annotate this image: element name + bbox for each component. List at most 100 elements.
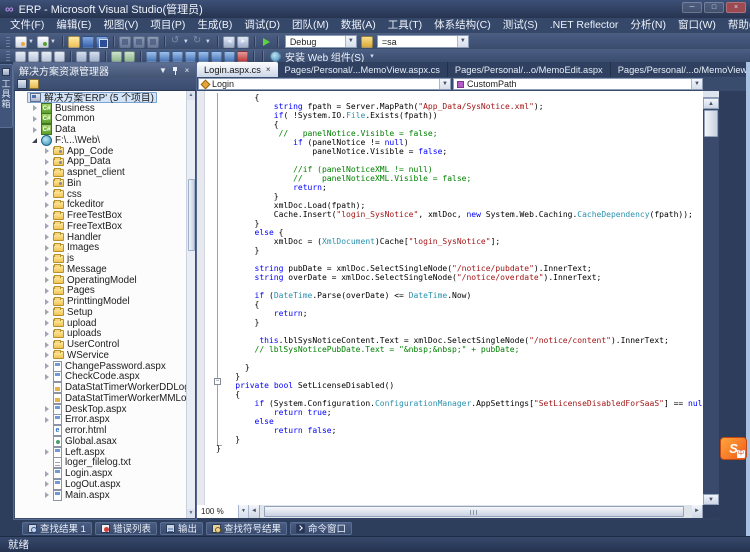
tree-item[interactable]: PrinttingModel	[15, 296, 186, 307]
menu-item[interactable]: 体系结构(C)	[428, 18, 497, 33]
close-icon[interactable]: ×	[181, 65, 193, 76]
navigate-forward-icon[interactable]	[236, 35, 249, 48]
find-combo[interactable]: =sa ▼	[376, 35, 469, 48]
tree-item[interactable]: DeskTop.aspx	[15, 403, 186, 415]
layout-2-icon[interactable]	[28, 50, 39, 62]
tree-item[interactable]: Left.aspx	[15, 446, 186, 458]
tree-item[interactable]: CheckCode.aspx	[15, 371, 186, 383]
tree-collapsed-icon[interactable]	[42, 470, 51, 477]
toolbar-grip[interactable]	[6, 51, 10, 61]
tree-collapsed-icon[interactable]	[42, 309, 51, 316]
tree-item[interactable]: UserControl	[15, 339, 186, 350]
code-editor[interactable]: − { string fpath = Server.MapPath("App_D…	[197, 91, 703, 505]
tree-expanded-icon[interactable]	[30, 137, 39, 143]
toolbar-overflow-icon[interactable]: ▾	[370, 52, 374, 60]
scroll-down-icon[interactable]: ▼	[703, 494, 719, 505]
tree-collapsed-icon[interactable]	[42, 481, 51, 488]
layout-3-icon[interactable]	[41, 50, 52, 62]
tree-collapsed-icon[interactable]	[42, 287, 51, 294]
tree-item[interactable]: App_Data	[15, 156, 186, 167]
undo-icon[interactable]	[170, 35, 182, 48]
document-tab[interactable]: Pages/Personal/...MemoView.aspx.cs	[278, 62, 448, 77]
tree-collapsed-icon[interactable]	[42, 416, 51, 423]
tree-collapsed-icon[interactable]	[42, 492, 51, 499]
menu-item[interactable]: 视图(V)	[97, 18, 144, 33]
tree-item[interactable]: js	[15, 253, 186, 264]
tree-item[interactable]: DataStatTimerWorkerMMLog.xml	[15, 392, 186, 404]
chevron-down-icon[interactable]: ▼	[50, 39, 56, 45]
tree-item[interactable]: App_Code	[15, 146, 186, 157]
tree-item[interactable]: upload	[15, 318, 186, 329]
redo-icon[interactable]	[192, 35, 204, 48]
document-tab[interactable]: Pages/Personal/...o/MemoEdit.aspx	[448, 62, 611, 77]
document-tab[interactable]: Pages/Personal/...o/MemoView.aspx	[611, 62, 750, 77]
tree-collapsed-icon[interactable]	[42, 201, 51, 208]
panel-tab-output[interactable]: 输出	[159, 521, 203, 535]
tree-collapsed-icon[interactable]	[42, 277, 51, 284]
tree-collapsed-icon[interactable]	[42, 298, 51, 305]
copy-icon[interactable]	[132, 35, 145, 48]
tree-collapsed-icon[interactable]	[42, 406, 51, 413]
web-2-icon[interactable]	[159, 50, 170, 62]
cut-icon[interactable]	[118, 35, 131, 48]
chevron-down-icon[interactable]: ▼	[238, 505, 248, 518]
tree-item[interactable]: fckeditor	[15, 199, 186, 210]
minimize-button[interactable]: ─	[682, 2, 702, 13]
members-combo[interactable]: CustomPath ▼	[453, 78, 703, 90]
split-window-handle[interactable]	[703, 91, 719, 98]
panel-tab-command-window[interactable]: 命令窗口	[289, 521, 352, 535]
menu-item[interactable]: 测试(S)	[497, 18, 544, 33]
stop-red-icon[interactable]	[237, 50, 248, 62]
tree-item[interactable]: Bin	[15, 178, 186, 189]
menu-item[interactable]: .NET Reflector	[544, 18, 625, 33]
menu-item[interactable]: 分析(N)	[624, 18, 672, 33]
tree-item[interactable]: Pages	[15, 285, 186, 296]
tree-item[interactable]: Data	[15, 124, 186, 136]
properties-icon[interactable]	[17, 79, 27, 89]
menu-item[interactable]: 调试(D)	[238, 18, 286, 33]
tree-item[interactable]: loger_filelog.txt	[15, 457, 186, 469]
sogou-ime-indicator[interactable]: S 中	[720, 437, 747, 460]
tree-collapsed-icon[interactable]	[42, 255, 51, 262]
tree-item[interactable]: Main.aspx	[15, 489, 186, 501]
tree-collapsed-icon[interactable]	[42, 320, 51, 327]
tree-item[interactable]: ChangePassword.aspx	[15, 360, 186, 372]
scroll-down-icon[interactable]: ▼	[187, 509, 195, 518]
web-6-icon[interactable]	[211, 50, 222, 62]
tree-item[interactable]: Global.asax	[15, 435, 186, 447]
indent-decrease-icon[interactable]	[76, 50, 87, 62]
uncomment-icon[interactable]	[124, 50, 135, 62]
tree-item[interactable]: Images	[15, 242, 186, 253]
tree-collapsed-icon[interactable]	[42, 244, 51, 251]
indent-increase-icon[interactable]	[89, 50, 100, 62]
menu-item[interactable]: 窗口(W)	[672, 18, 722, 33]
panel-tab-find-results[interactable]: 查找结果 1	[22, 521, 92, 535]
tree-item[interactable]: Common	[15, 113, 186, 125]
scrollbar-thumb[interactable]	[187, 179, 195, 251]
tree-collapsed-icon[interactable]	[42, 180, 51, 187]
chevron-down-icon[interactable]: ▼	[691, 79, 702, 89]
debug-configuration-combo[interactable]: Debug ▼	[284, 35, 357, 48]
layout-1-icon[interactable]	[15, 50, 26, 62]
save-all-icon[interactable]	[95, 35, 108, 48]
tree-item[interactable]: aspnet_client	[15, 167, 186, 178]
scroll-left-icon[interactable]: ◄	[249, 505, 260, 518]
tree-collapsed-icon[interactable]	[42, 223, 51, 230]
start-debug-icon[interactable]	[260, 36, 272, 48]
tree-item[interactable]: 解决方案'ERP' (5 个项目)	[15, 92, 186, 104]
tree-collapsed-icon[interactable]	[42, 449, 51, 456]
tree-item[interactable]: css	[15, 189, 186, 200]
editor-horizontal-scrollbar[interactable]	[260, 505, 692, 518]
toolbox-tab[interactable]: 工具箱	[0, 64, 13, 128]
types-combo[interactable]: Login ▼	[198, 78, 451, 90]
add-item-icon[interactable]	[36, 35, 49, 48]
scroll-up-icon[interactable]: ▲	[703, 98, 719, 109]
menu-item[interactable]: 生成(B)	[191, 18, 238, 33]
tree-item[interactable]: Setup	[15, 307, 186, 318]
tree-item[interactable]: uploads	[15, 328, 186, 339]
scroll-right-icon[interactable]: ►	[692, 505, 703, 518]
save-icon[interactable]	[81, 35, 94, 48]
paste-icon[interactable]	[146, 35, 159, 48]
zoom-combo[interactable]: 100 % ▼	[197, 505, 249, 518]
maximize-button[interactable]: □	[704, 2, 724, 13]
